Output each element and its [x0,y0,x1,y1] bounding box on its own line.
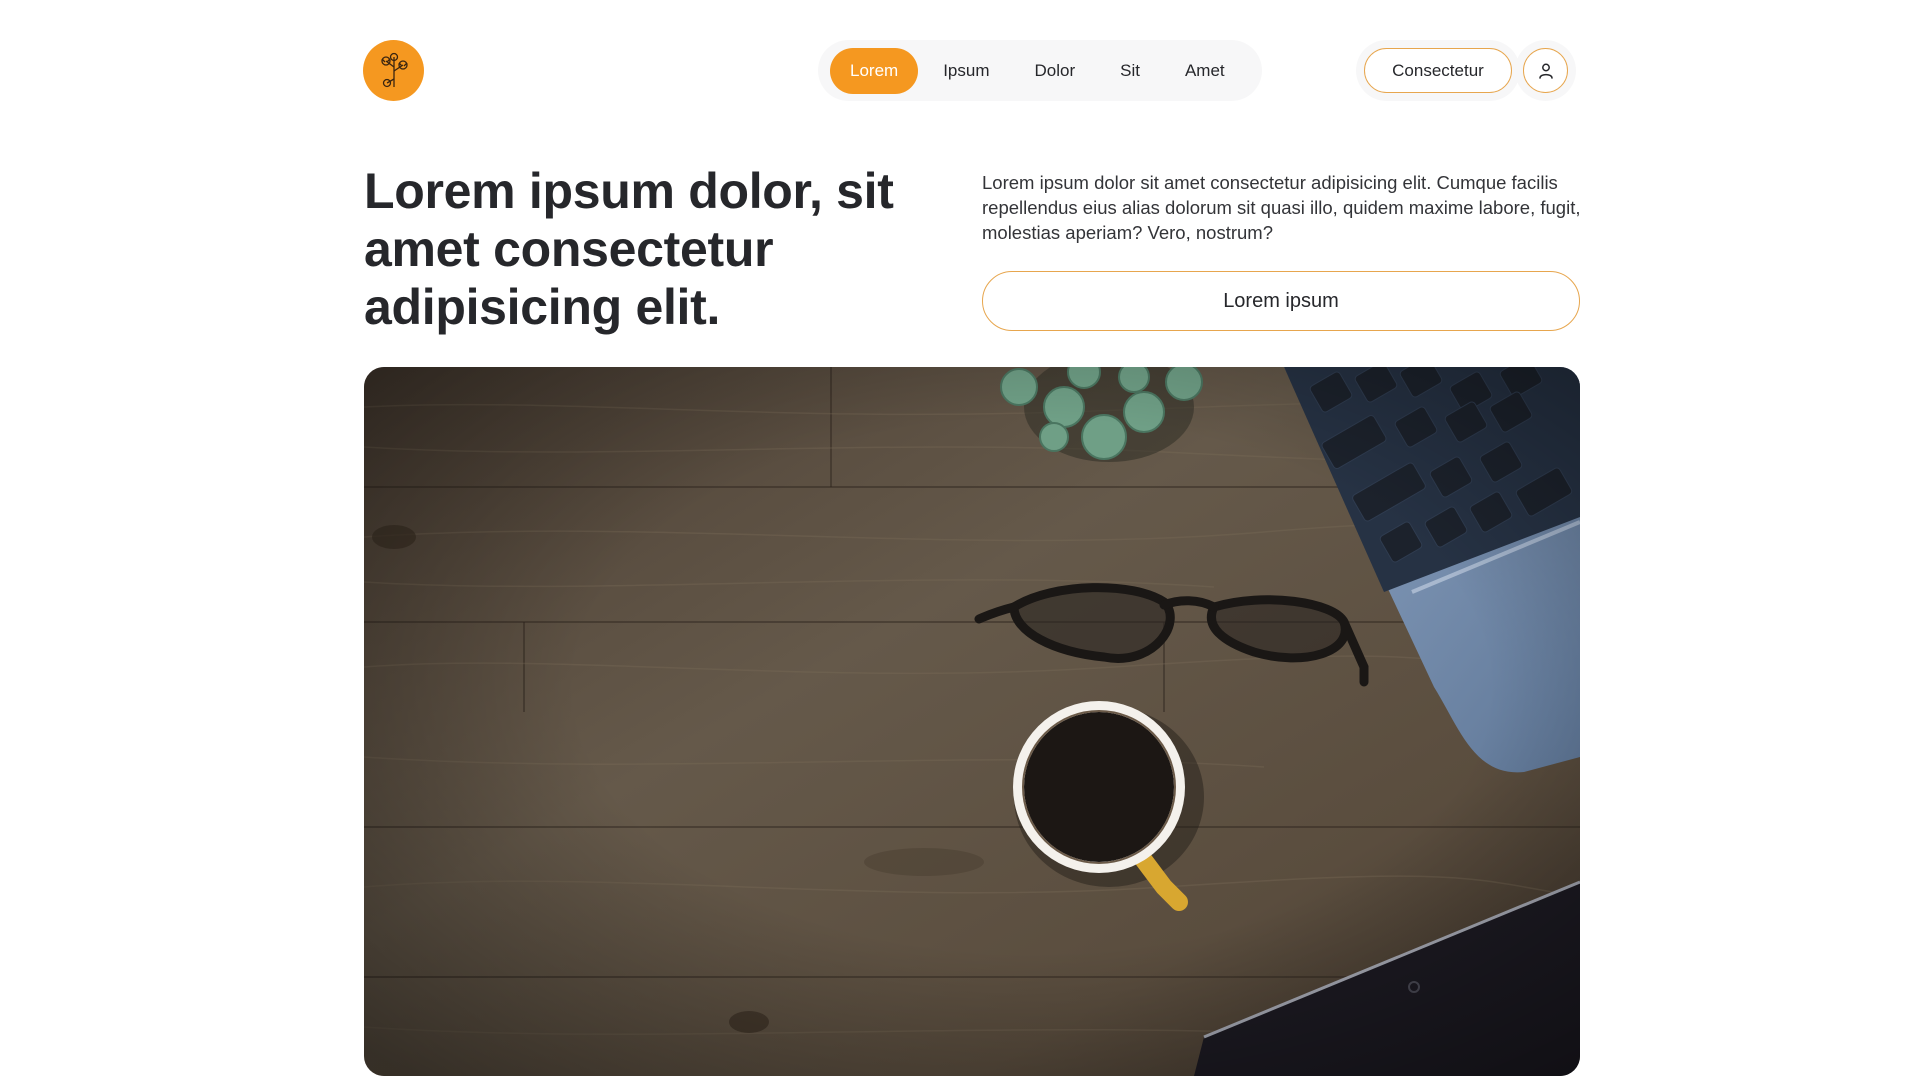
nav-item-lorem[interactable]: Lorem [830,47,919,94]
user-button[interactable] [1523,48,1568,93]
user-icon [1538,63,1553,79]
consectetur-button[interactable]: Consectetur [1364,48,1512,93]
main-nav: Lorem Ipsum Dolor Sit Amet [818,40,1262,101]
logo[interactable] [363,40,424,101]
hero-headline: Lorem ipsum dolor, sit amet consectetur … [364,163,894,335]
lorem-ipsum-button[interactable]: Lorem ipsum [982,271,1580,331]
hero-description: Lorem ipsum dolor sit amet consectetur a… [982,172,1581,243]
nav-item-dolor[interactable]: Dolor [1014,48,1095,94]
hero-image [364,367,1580,1076]
nav-item-sit[interactable]: Sit [1100,48,1160,94]
nav-item-ipsum[interactable]: Ipsum [923,48,1009,94]
flower-icon [380,52,408,87]
nav-item-amet[interactable]: Amet [1165,48,1245,94]
